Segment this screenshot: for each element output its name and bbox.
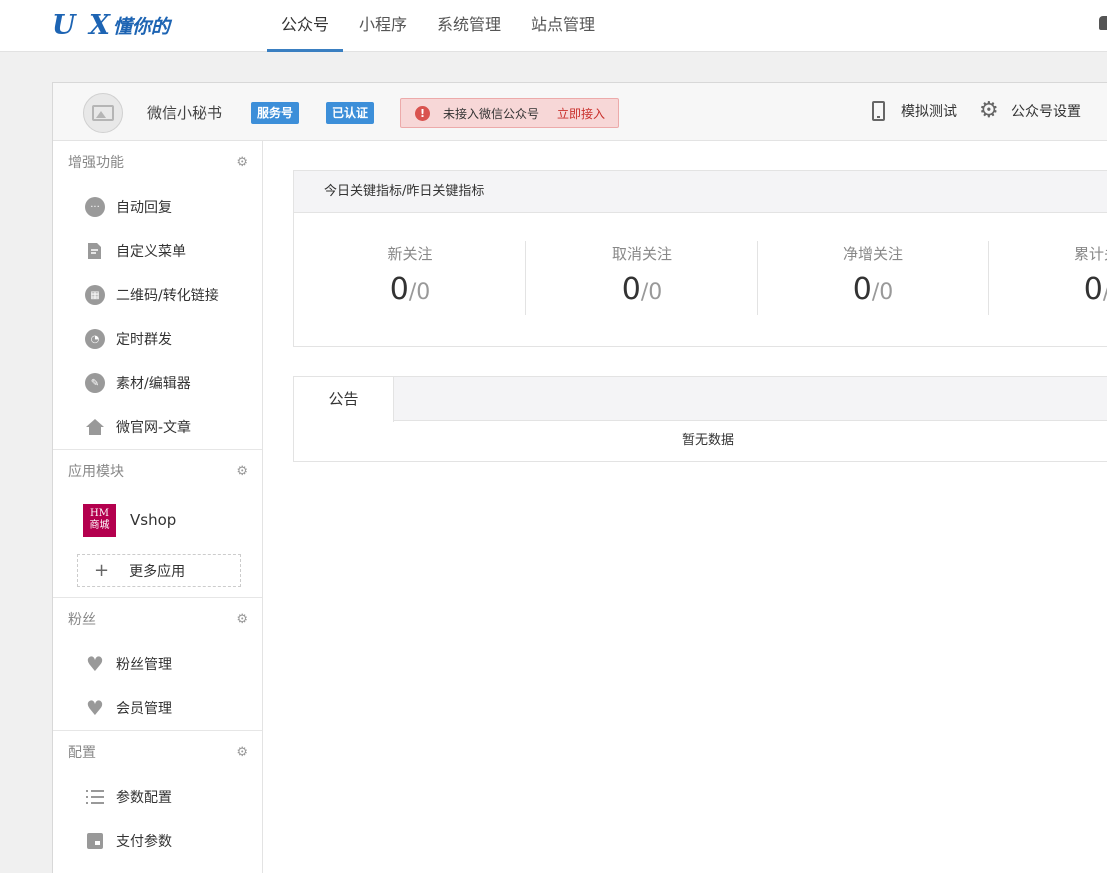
gear-icon: ⚙	[979, 98, 999, 123]
clock-icon: ◔	[85, 329, 105, 349]
nav-tab-site-management[interactable]: 站点管理	[517, 0, 609, 52]
alert-exclamation-icon: !	[415, 105, 430, 121]
not-connected-alert: ! 未接入微信公众号 立即接入	[400, 98, 619, 128]
sidebar-section-config: 配置 ⚙ 参数配置 支付参数	[53, 731, 262, 863]
plus-icon: +	[94, 560, 110, 581]
sidebar-item-material-editor[interactable]: ✎ 素材/编辑器	[53, 361, 262, 405]
more-apps-button[interactable]: + 更多应用	[77, 554, 241, 587]
main-nav-tabs: 公众号 小程序 系统管理 站点管理	[267, 0, 611, 52]
sidebar-item-label: 素材/编辑器	[116, 376, 191, 392]
home-icon	[85, 417, 105, 437]
section-settings-gear-icon[interactable]: ⚙	[236, 731, 248, 775]
sidebar-item-auto-reply[interactable]: ··· 自动回复	[53, 185, 262, 229]
section-settings-gear-icon[interactable]: ⚙	[236, 141, 248, 185]
section-settings-gear-icon[interactable]: ⚙	[236, 450, 248, 494]
section-title-config: 配置	[68, 745, 96, 761]
metric-new-follows: 新关注 0/0	[294, 213, 526, 347]
site-logo[interactable]: U X 懂你的	[52, 8, 170, 42]
metric-yesterday-value: 0	[416, 280, 431, 305]
sidebar-item-label: 定时群发	[116, 332, 172, 348]
metric-label: 净增关注	[842, 245, 903, 263]
wallet-icon	[85, 831, 105, 851]
section-title-apps: 应用模块	[68, 464, 124, 480]
account-settings-button[interactable]: ⚙ 公众号设置	[979, 98, 1081, 123]
connect-now-link[interactable]: 立即接入	[557, 105, 605, 122]
metric-label: 累计关注	[1073, 245, 1107, 263]
sidebar-item-label: 微官网-文章	[116, 420, 192, 436]
heart-icon: ♥	[86, 696, 104, 720]
simulate-test-label: 模拟测试	[901, 104, 957, 120]
account-avatar	[83, 93, 123, 133]
metric-label: 新关注	[387, 245, 433, 263]
image-placeholder-icon	[92, 105, 114, 121]
metric-yesterday-value: 0	[648, 280, 663, 305]
account-name: 微信小秘书	[147, 104, 223, 122]
user-bell-icon[interactable]	[1099, 16, 1107, 30]
sidebar-item-fans-management[interactable]: ♥ 粉丝管理	[53, 642, 262, 686]
sidebar-item-parameter-config[interactable]: 参数配置	[53, 775, 262, 819]
top-navbar: U X 懂你的 公众号 小程序 系统管理 站点管理	[0, 0, 1107, 52]
app-name: Vshop	[130, 511, 177, 529]
sidebar-section-fans: 粉丝 ⚙ ♥ 粉丝管理 ♥ 会员管理	[53, 598, 262, 731]
sidebar-item-label: 会员管理	[116, 701, 172, 717]
pencil-icon: ✎	[85, 373, 105, 393]
metric-yesterday-value: 0	[879, 280, 894, 305]
simulate-test-button[interactable]: 模拟测试	[872, 101, 957, 121]
metric-today-value: 0	[621, 272, 641, 307]
mobile-phone-icon	[872, 101, 885, 121]
tab-announcement[interactable]: 公告	[294, 377, 394, 422]
sidebar-section-apps: 应用模块 ⚙ HM 商城 Vshop + 更多应用	[53, 450, 262, 598]
sidebar-item-custom-menu[interactable]: 自定义菜单	[53, 229, 262, 273]
key-metrics-title: 今日关键指标/昨日关键指标	[294, 171, 1107, 213]
main-panel: 微信小秘书 服务号 已认证 ! 未接入微信公众号 立即接入 模拟测试 ⚙ 公众号…	[52, 82, 1107, 873]
sidebar-item-label: 自动回复	[116, 200, 172, 216]
chat-bubble-icon: ···	[85, 197, 105, 217]
sidebar-item-label: 二维码/转化链接	[116, 288, 219, 304]
account-header: 微信小秘书 服务号 已认证 ! 未接入微信公众号 立即接入 模拟测试 ⚙ 公众号…	[53, 83, 1107, 141]
sidebar-item-label: 自定义菜单	[116, 244, 186, 260]
alert-message: 未接入微信公众号	[443, 106, 540, 121]
empty-state-text: 暂无数据	[681, 433, 734, 448]
section-title-enhanced: 增强功能	[68, 155, 124, 171]
logo-mark: U X	[52, 9, 112, 41]
sidebar-item-micro-site-article[interactable]: 微官网-文章	[53, 405, 262, 449]
metric-net-follows: 净增关注 0/0	[757, 213, 989, 347]
list-settings-icon	[85, 787, 105, 807]
sidebar-item-label: 参数配置	[116, 790, 172, 806]
sidebar-item-qrcode-links[interactable]: ▦ 二维码/转化链接	[53, 273, 262, 317]
section-settings-gear-icon[interactable]: ⚙	[236, 598, 248, 642]
metric-today-value: 0	[1083, 272, 1103, 307]
app-item-vshop[interactable]: HM 商城 Vshop	[53, 494, 262, 546]
key-metrics-card: 今日关键指标/昨日关键指标 新关注 0/0 取消关注 0/0 净增关注 0/0	[293, 170, 1107, 347]
notice-card: 公告 暂无数据	[293, 376, 1107, 462]
verified-badge: 已认证	[326, 102, 375, 124]
metric-today-value: 0	[389, 272, 409, 307]
sidebar-item-label: 粉丝管理	[116, 657, 172, 673]
logo-text: 懂你的	[112, 15, 170, 38]
account-type-badge: 服务号	[251, 102, 300, 124]
sidebar-item-scheduled-broadcast[interactable]: ◔ 定时群发	[53, 317, 262, 361]
sidebar-item-member-management[interactable]: ♥ 会员管理	[53, 686, 262, 730]
qrcode-icon: ▦	[85, 285, 105, 305]
metric-label: 取消关注	[611, 245, 672, 263]
sidebar-item-payment-params[interactable]: 支付参数	[53, 819, 262, 863]
sidebar-item-label: 支付参数	[116, 834, 172, 850]
heart-icon: ♥	[86, 652, 104, 676]
nav-tab-system-management[interactable]: 系统管理	[423, 0, 515, 52]
account-settings-label: 公众号设置	[1011, 104, 1081, 120]
nav-tab-official-account[interactable]: 公众号	[267, 0, 344, 52]
sidebar-section-enhanced: 增强功能 ⚙ ··· 自动回复 自定义菜单 ▦ 二维码/转化链接 ◔ 定时群发	[53, 141, 262, 450]
document-edit-icon	[85, 241, 105, 261]
notice-tabs: 公告	[294, 377, 1107, 422]
section-title-fans: 粉丝	[68, 612, 96, 628]
metric-unfollows: 取消关注 0/0	[526, 213, 758, 347]
more-apps-label: 更多应用	[129, 563, 186, 580]
nav-tab-mini-program[interactable]: 小程序	[345, 0, 421, 52]
hm-mall-logo: HM 商城	[83, 503, 116, 537]
sidebar: 增强功能 ⚙ ··· 自动回复 自定义菜单 ▦ 二维码/转化链接 ◔ 定时群发	[53, 141, 263, 873]
metric-today-value: 0	[852, 272, 872, 307]
metric-total-follows: 累计关注 0/0	[988, 213, 1107, 347]
